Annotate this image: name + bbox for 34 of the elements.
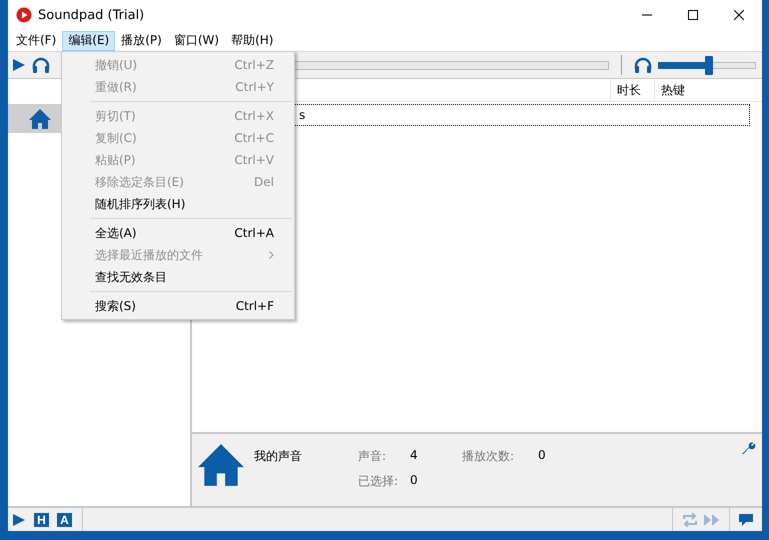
window-title: Soundpad (Trial) xyxy=(38,8,146,22)
home-icon xyxy=(28,106,52,130)
menu-item[interactable]: 播放(P) xyxy=(115,30,168,50)
menu-item[interactable]: 窗口(W) xyxy=(168,30,226,50)
column-header[interactable]: 时长 xyxy=(610,79,654,101)
volume-slider[interactable] xyxy=(658,56,756,74)
volume-thumb[interactable] xyxy=(704,56,713,74)
stat-value: 4 xyxy=(410,448,419,464)
stat-label: 声音: xyxy=(358,448,388,465)
menu-entry[interactable]: 全选(A) Ctrl+A xyxy=(62,222,294,244)
stat-label: 已选择: xyxy=(358,473,400,490)
chevron-right-icon xyxy=(269,251,274,259)
column-header[interactable]: 热键 xyxy=(654,79,750,101)
headphones-icon[interactable] xyxy=(634,57,652,73)
stat-value: 0 xyxy=(410,473,419,489)
play-icon[interactable] xyxy=(12,58,26,72)
app-logo-icon xyxy=(16,7,32,23)
menu-entry[interactable]: 随机排序列表(H) xyxy=(62,193,294,215)
close-icon xyxy=(734,10,744,20)
playlist-title: 我的声音 xyxy=(254,448,303,465)
menu-entry[interactable]: 查找无效条目 xyxy=(62,266,294,288)
maximize-icon xyxy=(688,10,698,20)
menu-item[interactable]: 编辑(E) xyxy=(62,30,116,50)
stat-value: 0 xyxy=(538,448,547,464)
hotkey-toggle[interactable]: A xyxy=(57,512,72,526)
hotkey-toggle[interactable]: H xyxy=(34,512,49,526)
headphones-icon[interactable] xyxy=(32,57,50,73)
menu-item[interactable]: 帮助(H) xyxy=(225,30,280,50)
menu-item[interactable]: 文件(F) xyxy=(10,30,62,50)
menu-entry[interactable]: 搜索(S) Ctrl+F xyxy=(62,295,294,317)
play-icon[interactable] xyxy=(12,512,26,526)
wrench-icon[interactable] xyxy=(740,440,756,456)
stat-label: 播放次数: xyxy=(462,448,516,465)
chat-icon[interactable] xyxy=(738,512,754,526)
